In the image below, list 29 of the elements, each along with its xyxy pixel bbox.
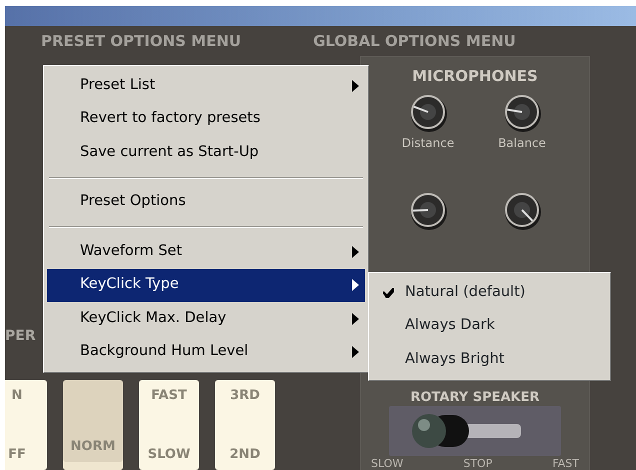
- knob-label: Balance: [498, 134, 546, 150]
- switch-label: N: [12, 387, 22, 405]
- switch-label: SLOW: [148, 446, 190, 464]
- menu-item[interactable]: Always Bright: [372, 343, 607, 376]
- menu-item[interactable]: KeyClick Max. Delay: [47, 302, 365, 336]
- menu-item[interactable]: Waveform Set: [47, 235, 365, 268]
- switch-label: NORM: [70, 438, 116, 456]
- switch-position-label: FAST: [552, 456, 579, 470]
- switch-label: FAST: [151, 387, 187, 405]
- section-title: PER: [5, 327, 36, 346]
- switch-label: FF: [8, 446, 26, 464]
- switch-position-label: SLOW: [371, 456, 404, 470]
- menu-item[interactable]: Background Hum Level: [47, 336, 365, 369]
- menu-item[interactable]: Revert to factory presets: [47, 102, 365, 136]
- switch-label: 3RD: [230, 387, 260, 405]
- menu-item[interactable]: Preset List: [47, 69, 365, 102]
- section-title: ROTARY SPEAKER: [409, 388, 541, 404]
- section-title: MICROPHONES: [411, 66, 539, 87]
- menu-heading[interactable]: GLOBAL OPTIONS MENU: [313, 30, 516, 52]
- switch-label: 2ND: [230, 446, 260, 464]
- knob-label: Distance: [402, 134, 454, 150]
- menu-item[interactable]: KeyClick Type: [47, 268, 365, 302]
- menu-item[interactable]: Always Dark: [372, 310, 607, 343]
- switch-position-label: STOP: [463, 456, 492, 470]
- menu-item[interactable]: Preset Options: [47, 186, 365, 219]
- menu-item[interactable]: Save current as Start-Up: [47, 136, 365, 170]
- menu-heading[interactable]: PRESET OPTIONS MENU: [41, 30, 242, 52]
- slider-thumb[interactable]: [412, 414, 521, 448]
- menu-item[interactable]: Natural (default): [372, 276, 607, 310]
